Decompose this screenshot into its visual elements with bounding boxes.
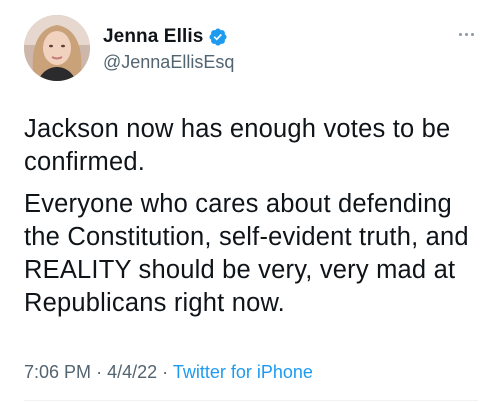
avatar-image bbox=[24, 15, 90, 81]
more-dot bbox=[464, 32, 468, 36]
tweet-card: Jenna Ellis @JennaEllisEsq Jackson now h… bbox=[0, 0, 500, 402]
author-name-row: Jenna Ellis bbox=[103, 25, 228, 49]
tweet-time[interactable]: 7:06 PM bbox=[24, 362, 91, 382]
tweet-text-paragraph-2: Everyone who cares about defending the C… bbox=[24, 190, 469, 317]
more-dot bbox=[458, 32, 462, 36]
tweet-text-paragraph-1: Jackson now has enough votes to be confi… bbox=[24, 115, 451, 176]
tweet-source-link[interactable]: Twitter for iPhone bbox=[173, 362, 313, 382]
meta-separator: · bbox=[162, 362, 169, 382]
more-dot bbox=[470, 32, 474, 36]
meta-separator: · bbox=[96, 362, 103, 382]
author-handle[interactable]: @JennaEllisEsq bbox=[103, 52, 234, 73]
verified-badge-icon bbox=[208, 27, 228, 47]
avatar[interactable] bbox=[24, 15, 90, 81]
more-options-icon[interactable] bbox=[454, 24, 478, 44]
author-display-name[interactable]: Jenna Ellis bbox=[103, 26, 203, 48]
tweet-date[interactable]: 4/4/22 bbox=[107, 362, 157, 382]
tweet-metadata: 7:06 PM · 4/4/22 · Twitter for iPhone bbox=[24, 362, 313, 383]
divider bbox=[24, 400, 478, 401]
